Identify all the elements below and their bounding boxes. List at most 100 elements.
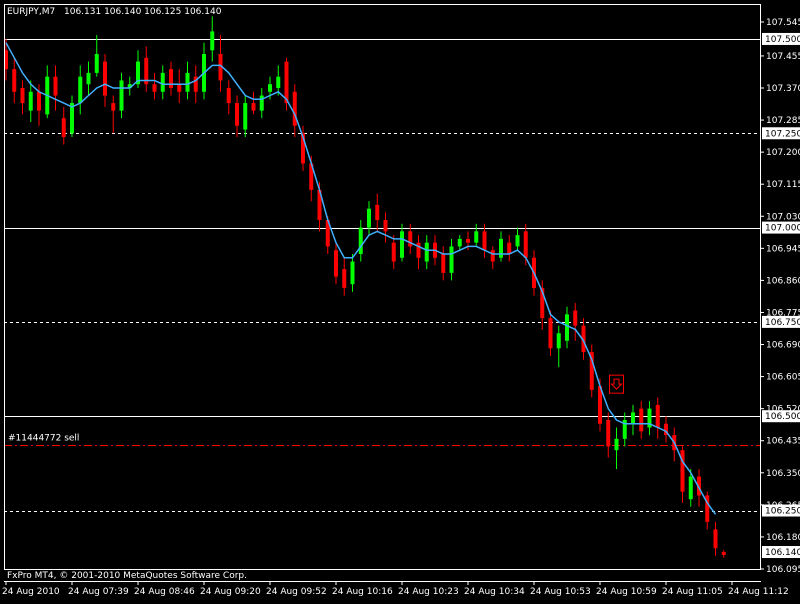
candle-body — [375, 204, 380, 221]
price-tick-label: 107.030 — [766, 212, 800, 222]
candle-body — [342, 269, 347, 288]
candle-body — [78, 76, 83, 104]
candle-body — [226, 87, 231, 104]
price-chart[interactable]: #11444772 sell 107.545 107.455 107.370 107.… — [0, 0, 800, 600]
time-tick-label: 24 Aug 10:16 — [332, 587, 393, 597]
candle-body — [466, 238, 470, 243]
time-tick-label: 24 Aug 11:12 — [728, 587, 789, 597]
candle-body — [474, 231, 479, 243]
level-price-label: 106.500 — [765, 412, 800, 422]
candle-body — [548, 318, 553, 349]
order-label: #11444772 sell — [8, 434, 79, 444]
candle-body — [391, 242, 396, 262]
candle-body — [160, 72, 165, 92]
price-tick-label: 107.285 — [766, 116, 800, 126]
price-tick-label: 106.095 — [766, 565, 800, 575]
candle-body — [449, 246, 454, 273]
mt4-chart-window[interactable]: #11444772 sell 107.545 107.455 107.370 107.… — [0, 0, 800, 600]
price-tick-label: 106.690 — [766, 341, 800, 351]
candle-body — [573, 310, 578, 326]
candle-body — [416, 242, 421, 258]
chart-symbol: EURJPY,M7 — [7, 7, 55, 17]
candle-body — [565, 314, 569, 341]
candle-body — [210, 31, 215, 51]
time-tick-label: 24 Aug 10:23 — [398, 587, 459, 597]
candle-body — [556, 333, 561, 349]
candle-body — [523, 231, 528, 258]
candle-body — [37, 91, 41, 111]
chart-quote: 106.131 106.140 106.125 106.140 — [64, 7, 222, 17]
level-price-label: 106.250 — [765, 507, 800, 517]
candle-body — [408, 231, 413, 247]
candle-body — [20, 87, 25, 104]
level-price-label: 107.000 — [765, 224, 800, 234]
candle-body — [103, 61, 107, 96]
level-price-label: 107.500 — [765, 35, 800, 45]
time-tick-label: 24 Aug 11:05 — [662, 587, 723, 597]
candle-body — [284, 61, 289, 104]
candle-body — [350, 261, 355, 285]
candle-body — [721, 552, 726, 556]
candle-body — [334, 250, 338, 277]
candle-body — [61, 118, 66, 138]
price-tick-label: 107.115 — [766, 180, 800, 190]
candle-body — [631, 412, 635, 424]
candle-body — [185, 72, 190, 92]
candle-body — [441, 253, 446, 273]
candle-body — [276, 76, 281, 88]
candle-body — [268, 84, 272, 92]
candle-body — [482, 231, 487, 251]
candle-body — [499, 238, 503, 258]
candle-body — [507, 242, 512, 254]
candle-body — [152, 84, 157, 92]
candle-body — [119, 80, 124, 111]
price-tick-label: 107.545 — [766, 18, 800, 28]
candle-body — [12, 69, 17, 92]
price-tick-label: 106.860 — [766, 276, 800, 286]
candle-body — [28, 91, 33, 111]
candle-body — [614, 438, 619, 451]
time-tick-label: 24 Aug 10:59 — [596, 587, 657, 597]
candle-body — [383, 220, 388, 232]
candle-body — [424, 242, 429, 262]
time-tick-label: 24 Aug 09:52 — [266, 587, 327, 597]
price-tick-label: 106.435 — [766, 437, 800, 447]
candle-body — [94, 54, 99, 73]
candle-body — [86, 72, 91, 85]
chart-copyright: FxPro MT4, © 2001-2010 MetaQuotes Softwa… — [7, 571, 247, 581]
candle-body — [400, 231, 404, 258]
candle-body — [490, 250, 495, 262]
candle-body — [606, 419, 611, 447]
time-tick-label: 24 Aug 09:20 — [200, 587, 261, 597]
candle-body — [292, 91, 297, 126]
candle-body — [259, 95, 264, 111]
candle-body — [251, 103, 256, 111]
candle-body — [177, 84, 182, 92]
candle-body — [639, 408, 644, 432]
candle-body — [367, 208, 371, 228]
candle-body — [243, 103, 248, 130]
price-tick-label: 107.370 — [766, 84, 800, 94]
candle-body — [515, 235, 520, 247]
level-price-label: 106.750 — [765, 318, 800, 328]
candle-body — [235, 103, 239, 126]
price-tick-label: 106.350 — [766, 469, 800, 479]
candle-body — [53, 76, 58, 96]
candle-body — [169, 69, 173, 88]
time-tick-label: 24 Aug 07:39 — [68, 587, 129, 597]
candle-body — [680, 450, 685, 492]
time-tick-label: 24 Aug 08:46 — [134, 587, 195, 597]
candle — [589, 344, 594, 398]
price-tick-label: 107.200 — [766, 148, 800, 158]
time-tick-label: 24 Aug 10:34 — [464, 587, 525, 597]
price-tick-label: 106.180 — [766, 533, 800, 543]
price-tick-label: 106.945 — [766, 244, 800, 254]
price-tick-label: 106.605 — [766, 373, 800, 383]
candle-body — [358, 227, 363, 254]
time-tick-label: 24 Aug 10:53 — [530, 587, 591, 597]
candle-body — [713, 529, 718, 549]
candle-body — [111, 103, 116, 111]
level-price-label: 107.250 — [765, 129, 800, 139]
candle-body — [655, 404, 660, 428]
bid-price-label: 106.140 — [765, 548, 800, 558]
